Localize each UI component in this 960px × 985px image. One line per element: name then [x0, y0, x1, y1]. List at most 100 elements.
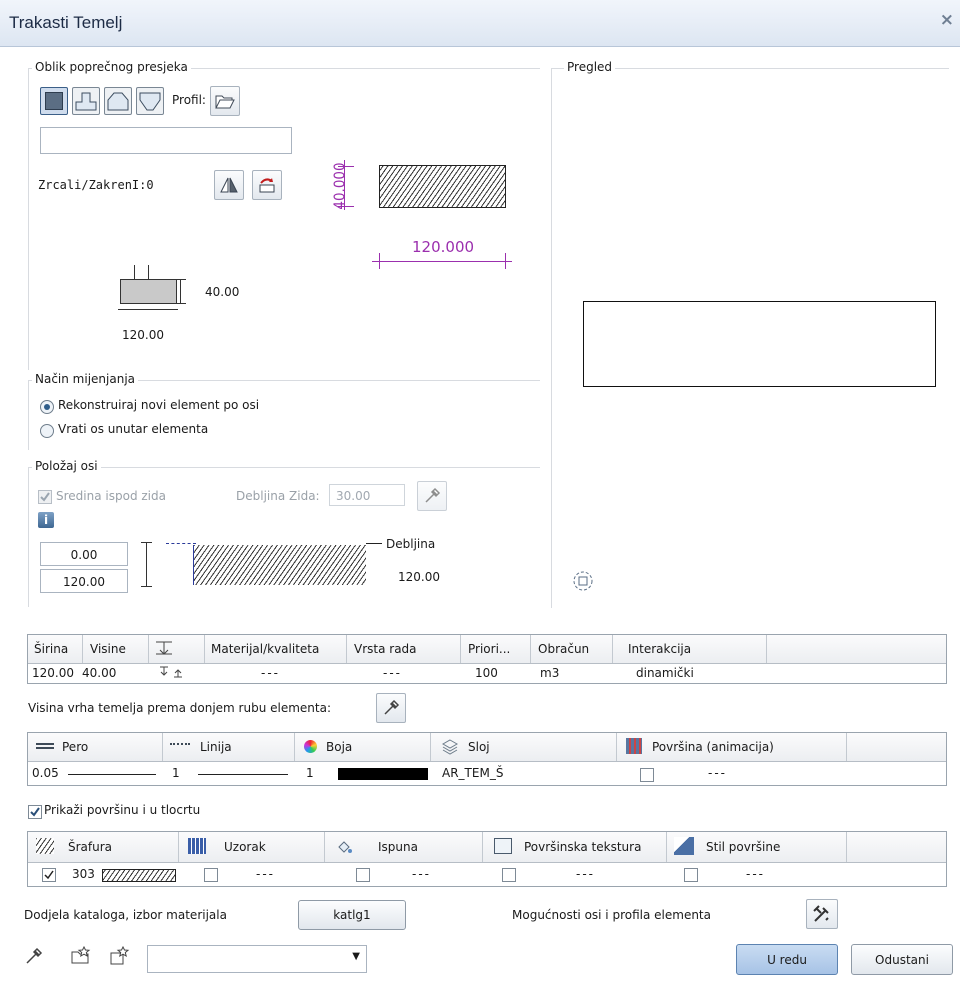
cell-interaction[interactable]: dinamički — [636, 666, 694, 680]
mirror-icon — [220, 177, 238, 193]
texture-checkbox[interactable] — [502, 868, 516, 882]
col-material-header[interactable]: Materijal/kvaliteta — [211, 642, 319, 656]
profile-button[interactable] — [210, 86, 240, 116]
wall-thickness-field[interactable]: 30.00 — [329, 484, 405, 506]
texture-value[interactable]: --- — [576, 867, 595, 881]
thickness-value: 120.00 — [398, 570, 440, 584]
cell-billing[interactable]: m3 — [540, 666, 559, 680]
col-billing-header[interactable]: Obračun — [538, 642, 589, 656]
ok-button[interactable]: U redu — [736, 944, 838, 975]
section-height-dim: 40.00 — [205, 285, 240, 299]
favorites-open-icon[interactable] — [70, 945, 92, 969]
surface-style-header[interactable]: Stil površine — [706, 840, 780, 854]
pick-height-button[interactable] — [376, 693, 406, 723]
texture-icon — [494, 838, 512, 854]
close-icon[interactable]: × — [940, 10, 954, 30]
surface-style-value[interactable]: --- — [746, 867, 765, 881]
cell-worktype[interactable]: --- — [383, 666, 402, 680]
surface-table: Šrafura Uzorak Ispuna Površinska tekstur… — [27, 831, 947, 887]
mirror-rotate-label: Zrcali/ZakrenI:0 — [38, 178, 154, 192]
favorites-save-icon[interactable] — [108, 945, 130, 969]
return-axis-radio[interactable] — [40, 424, 54, 438]
pick-wall-button[interactable] — [417, 481, 447, 511]
hatching-icon — [36, 838, 54, 854]
info-icon[interactable]: i — [38, 512, 54, 528]
eyedropper-icon — [425, 487, 441, 503]
surface-checkbox[interactable] — [640, 768, 654, 782]
mirror-button[interactable] — [214, 170, 244, 200]
axis-options-button[interactable] — [806, 899, 838, 929]
pen-icon — [36, 743, 54, 745]
texture-header[interactable]: Površinska tekstura — [524, 840, 641, 854]
surface-style-icon — [674, 837, 694, 855]
anchor-icon[interactable] — [158, 665, 188, 682]
center-under-wall-checkbox[interactable] — [38, 490, 52, 504]
pattern-value[interactable]: --- — [256, 867, 275, 881]
chamfered-shape-button[interactable] — [104, 87, 132, 115]
eyedropper-icon[interactable] — [24, 946, 44, 969]
fill-checkbox[interactable] — [356, 868, 370, 882]
cancel-button[interactable]: Odustani — [851, 944, 953, 975]
thickness-label: Debljina — [386, 537, 436, 551]
pattern-header[interactable]: Uzorak — [224, 840, 266, 854]
rectangle-shape-button[interactable] — [40, 87, 68, 115]
surface-style-checkbox[interactable] — [684, 868, 698, 882]
chamfered-shape-icon — [107, 92, 129, 111]
col-interaction-header[interactable]: Interakcija — [628, 642, 691, 656]
surface-animation-icon — [626, 738, 642, 754]
surface-header[interactable]: Površina (animacija) — [652, 740, 774, 754]
color-header[interactable]: Boja — [326, 740, 352, 754]
axis-hatched-section — [193, 545, 366, 585]
title-bar: Trakasti Temelj × — [0, 0, 960, 47]
catalog-button[interactable]: katlg1 — [298, 900, 406, 930]
axis-bottom-field[interactable]: 120.00 — [40, 569, 128, 593]
hatching-value[interactable]: 303 — [72, 867, 95, 881]
hatching-header[interactable]: Šrafura — [68, 840, 112, 854]
folder-open-icon — [215, 95, 235, 109]
trapezoid-shape-icon — [139, 92, 161, 111]
trapezoid-shape-button[interactable] — [136, 87, 164, 115]
view-cube-icon[interactable] — [572, 570, 594, 595]
col-priority-header[interactable]: Priori... — [468, 642, 510, 656]
favorites-combo[interactable]: ▼ — [147, 945, 367, 973]
cell-material[interactable]: --- — [261, 666, 280, 680]
col-width-header[interactable]: Širina — [34, 642, 68, 656]
layer-icon — [441, 739, 459, 758]
axis-options-label: Mogućnosti osi i profila elementa — [512, 908, 711, 922]
hatching-checkbox[interactable] — [42, 868, 56, 882]
elevation-icon[interactable] — [154, 639, 184, 662]
color-swatch — [338, 768, 428, 780]
purple-height-dim: 40.000 — [330, 162, 349, 210]
window-title: Trakasti Temelj — [9, 13, 123, 32]
cell-height[interactable]: 40.00 — [82, 666, 116, 680]
axis-top-field[interactable]: 0.00 — [40, 542, 128, 566]
layer-value[interactable]: AR_TEM_Š — [442, 766, 503, 780]
line-icon — [170, 743, 190, 747]
pen-header[interactable]: Pero — [62, 740, 88, 754]
color-icon — [304, 740, 317, 753]
chevron-down-icon[interactable]: ▼ — [352, 951, 360, 962]
color-value[interactable]: 1 — [306, 766, 314, 780]
top-height-label: Visina vrha temelja prema donjem rubu el… — [28, 701, 331, 715]
surface-value[interactable]: --- — [708, 766, 727, 780]
cell-priority[interactable]: 100 — [475, 666, 498, 680]
show-surface-checkbox[interactable] — [28, 805, 42, 819]
line-header[interactable]: Linija — [200, 740, 232, 754]
stepped-shape-button[interactable] — [72, 87, 100, 115]
rectangle-icon — [45, 92, 63, 110]
cross-section-legend: Oblik poprečnog presjeka — [32, 60, 191, 74]
rotate-button[interactable] — [252, 170, 282, 200]
pen-value[interactable]: 0.05 — [32, 766, 59, 780]
col-height-header[interactable]: Visine — [90, 642, 126, 656]
line-value[interactable]: 1 — [172, 766, 180, 780]
fill-value[interactable]: --- — [412, 867, 431, 881]
hatching-preview — [102, 869, 176, 882]
profile-name-field[interactable] — [40, 127, 292, 154]
reconstruct-radio[interactable] — [40, 400, 54, 414]
cell-width[interactable]: 120.00 — [32, 666, 74, 680]
col-worktype-header[interactable]: Vrsta rada — [354, 642, 417, 656]
layer-header[interactable]: Sloj — [468, 740, 490, 754]
pattern-checkbox[interactable] — [204, 868, 218, 882]
rotate-icon — [259, 178, 275, 193]
fill-header[interactable]: Ispuna — [378, 840, 418, 854]
